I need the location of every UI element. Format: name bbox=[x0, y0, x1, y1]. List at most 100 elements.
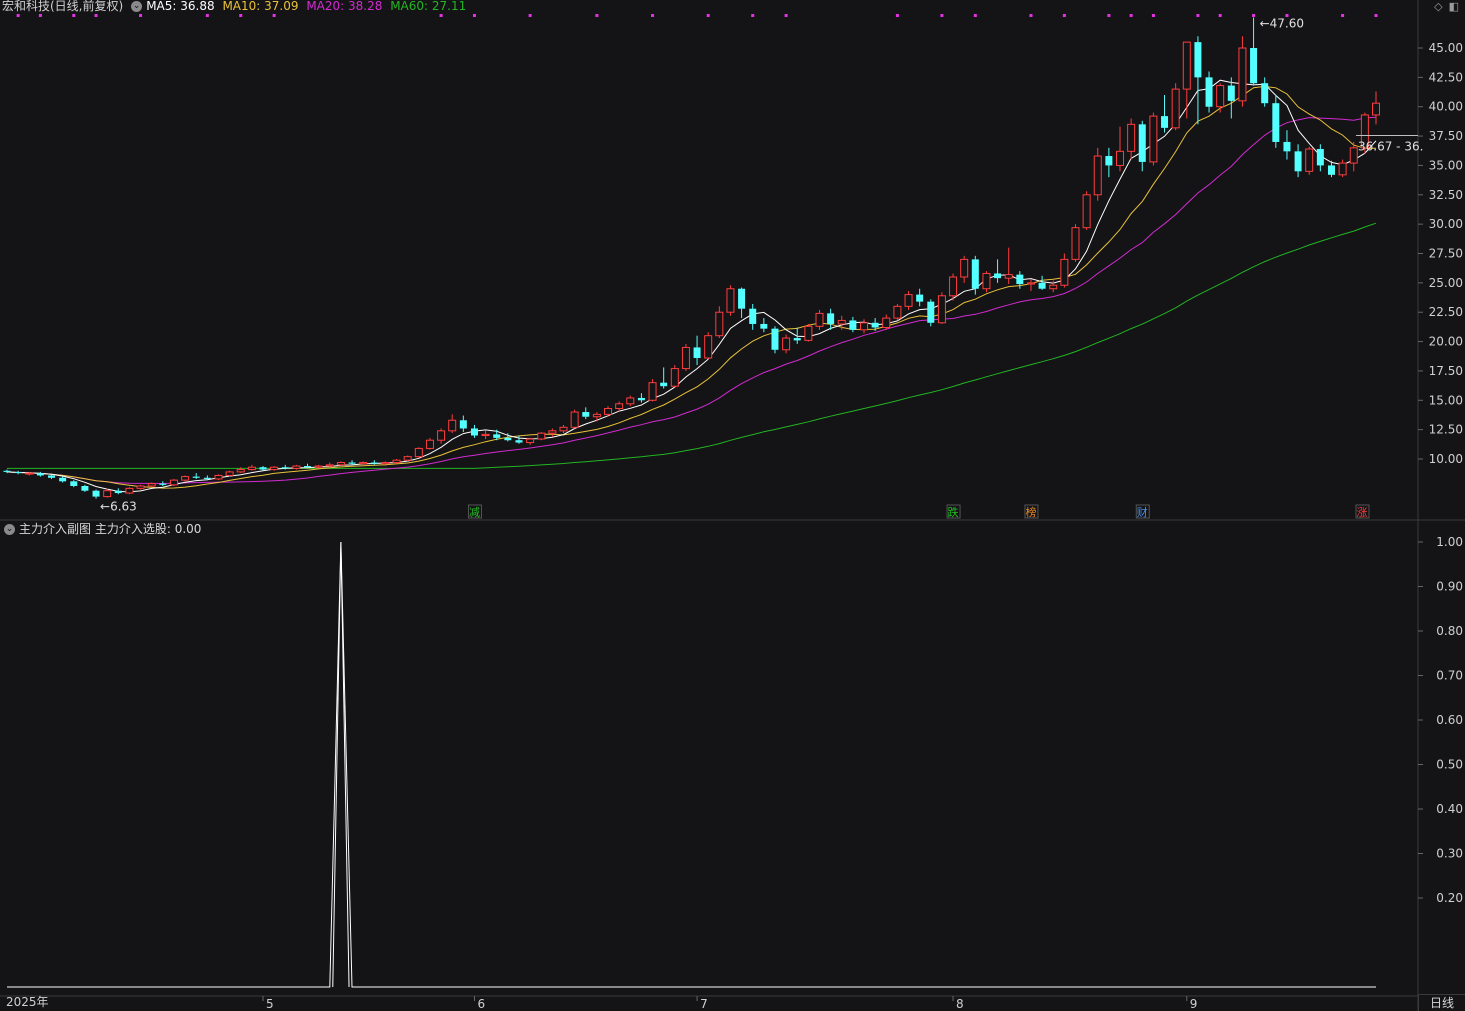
high-price-label: ←47.60 bbox=[1260, 16, 1304, 30]
candle-body-up bbox=[982, 272, 991, 290]
month-label: 5 bbox=[266, 997, 274, 1011]
candle-body-down bbox=[192, 476, 200, 478]
candle-body-up bbox=[336, 462, 345, 466]
candle-body-down bbox=[114, 490, 122, 494]
candle-body-up bbox=[882, 317, 891, 328]
candle-body-down bbox=[1138, 124, 1146, 162]
candle-body-up bbox=[1349, 147, 1358, 164]
candle-body-down bbox=[793, 338, 801, 341]
candle-body-up bbox=[1093, 155, 1102, 196]
candle-body-down bbox=[771, 328, 779, 350]
candle-body-down bbox=[14, 471, 22, 474]
sub-axis-label: 0.50 bbox=[1436, 758, 1463, 772]
candle-body-up bbox=[1060, 258, 1069, 286]
stock-chart[interactable]: 45.00 42.50 40.00 37.50 35.00 32.50 30.00 27.50… bbox=[0, 0, 1465, 1011]
candle-body-up bbox=[381, 462, 390, 465]
candle-body-down bbox=[36, 473, 44, 476]
candle-body-down bbox=[971, 259, 979, 289]
signal-dot bbox=[1218, 14, 1222, 17]
signal-dot bbox=[1129, 14, 1133, 17]
event-tag-label: 跌 bbox=[948, 505, 959, 519]
candle-body-up bbox=[681, 346, 690, 370]
signal-dot bbox=[94, 14, 98, 17]
candle-body-up bbox=[1338, 162, 1347, 176]
candle-body-down bbox=[470, 428, 478, 436]
panel-toggle-icon[interactable]: ◧ bbox=[1449, 0, 1459, 13]
settings-chevron-icon[interactable]: ⌄ bbox=[131, 1, 143, 12]
candle-body-down bbox=[159, 483, 167, 485]
candle-body-down bbox=[259, 467, 267, 470]
candle-body-up bbox=[181, 476, 190, 481]
candle-body-up bbox=[837, 319, 846, 325]
candle-body-up bbox=[403, 456, 412, 461]
sub-axis-label: 0.60 bbox=[1436, 713, 1463, 727]
candle-body-up bbox=[1082, 194, 1091, 229]
candle-body-down bbox=[493, 434, 501, 438]
chart-header: 宏和科技(日线,前复权) ⌄ MA5: 36.88 MA10: 37.09 MA20… bbox=[2, 0, 470, 12]
candle-body-up bbox=[1116, 150, 1125, 166]
candle-body-down bbox=[1227, 85, 1235, 101]
candle-body-up bbox=[392, 459, 401, 464]
diamond-icon[interactable]: ◇ bbox=[1434, 0, 1442, 13]
candle-body-down bbox=[1205, 77, 1213, 107]
sub-axis-label: 1.00 bbox=[1436, 535, 1463, 549]
sub-chart-value: 主力介入选股: 0.00 bbox=[94, 522, 202, 536]
sub-axis-label: 0.70 bbox=[1436, 669, 1463, 683]
signal-dot bbox=[16, 14, 20, 17]
candle-body-up bbox=[592, 413, 601, 418]
price-axis-label: 12.50 bbox=[1429, 423, 1463, 437]
candle-body-down bbox=[304, 466, 312, 468]
candle-body-up bbox=[25, 472, 34, 475]
sub-chart-header: ⌄ 主力介入副图 主力介入选股: 0.00 bbox=[4, 522, 201, 536]
signal-dot bbox=[1107, 14, 1111, 17]
candle-body-up bbox=[1026, 282, 1035, 285]
candle-body-up bbox=[804, 325, 813, 341]
candle-body-up bbox=[214, 474, 223, 480]
candle-body-down bbox=[871, 322, 879, 328]
candle-body-down bbox=[48, 475, 56, 478]
candle-body-down bbox=[749, 308, 757, 324]
signal-dot bbox=[595, 14, 599, 17]
event-tag-label: 财 bbox=[1137, 505, 1148, 519]
sub-axis-label: 0.40 bbox=[1436, 802, 1463, 816]
candle-body-up bbox=[715, 311, 724, 337]
candle-body-down bbox=[3, 470, 11, 472]
price-axis-label: 40.00 bbox=[1429, 100, 1463, 114]
candle-body-up bbox=[292, 465, 301, 469]
candle-body-up bbox=[270, 466, 279, 471]
ma10-label: MA10: 37.09 bbox=[222, 0, 299, 13]
price-axis-label: 30.00 bbox=[1429, 217, 1463, 231]
candle-body-down bbox=[1161, 116, 1169, 128]
signal-dot bbox=[1151, 14, 1155, 17]
month-label: 8 bbox=[956, 997, 964, 1011]
candle-body-up bbox=[893, 305, 902, 319]
candle-body-up bbox=[726, 288, 735, 313]
candle-body-up bbox=[548, 430, 557, 434]
signal-dot bbox=[439, 14, 443, 17]
candle-body-up bbox=[437, 430, 446, 441]
sub-axis-label: 0.90 bbox=[1436, 580, 1463, 594]
candle-body-down bbox=[459, 420, 467, 429]
price-axis-label: 45.00 bbox=[1429, 41, 1463, 55]
candle-body-down bbox=[348, 462, 356, 464]
candle-body-up bbox=[425, 439, 434, 449]
candle-body-down bbox=[660, 382, 668, 387]
signal-dot bbox=[651, 14, 655, 17]
period-button[interactable]: 日线 bbox=[1418, 994, 1465, 1011]
signal-dot bbox=[751, 14, 755, 17]
candle-body-down bbox=[203, 477, 211, 479]
sub-chart-chevron-icon[interactable]: ⌄ bbox=[4, 524, 15, 535]
candle-body-up bbox=[604, 408, 613, 415]
candle-body-up bbox=[1305, 148, 1314, 172]
candle-body-up bbox=[147, 483, 156, 487]
stock-name[interactable]: 宏和科技(日线,前复权) bbox=[2, 0, 123, 13]
candle-body-up bbox=[904, 294, 913, 307]
candle-body-up bbox=[314, 465, 323, 468]
candle-body-down bbox=[693, 347, 701, 359]
current-range-label: 36.67 - 36. bbox=[1358, 139, 1423, 153]
candle-body-down bbox=[827, 313, 835, 324]
year-label: 2025年 bbox=[6, 995, 49, 1009]
sub-chart-title[interactable]: 主力介入副图 bbox=[19, 522, 91, 536]
candle-body-down bbox=[1272, 103, 1280, 142]
candle-body-down bbox=[916, 294, 924, 302]
